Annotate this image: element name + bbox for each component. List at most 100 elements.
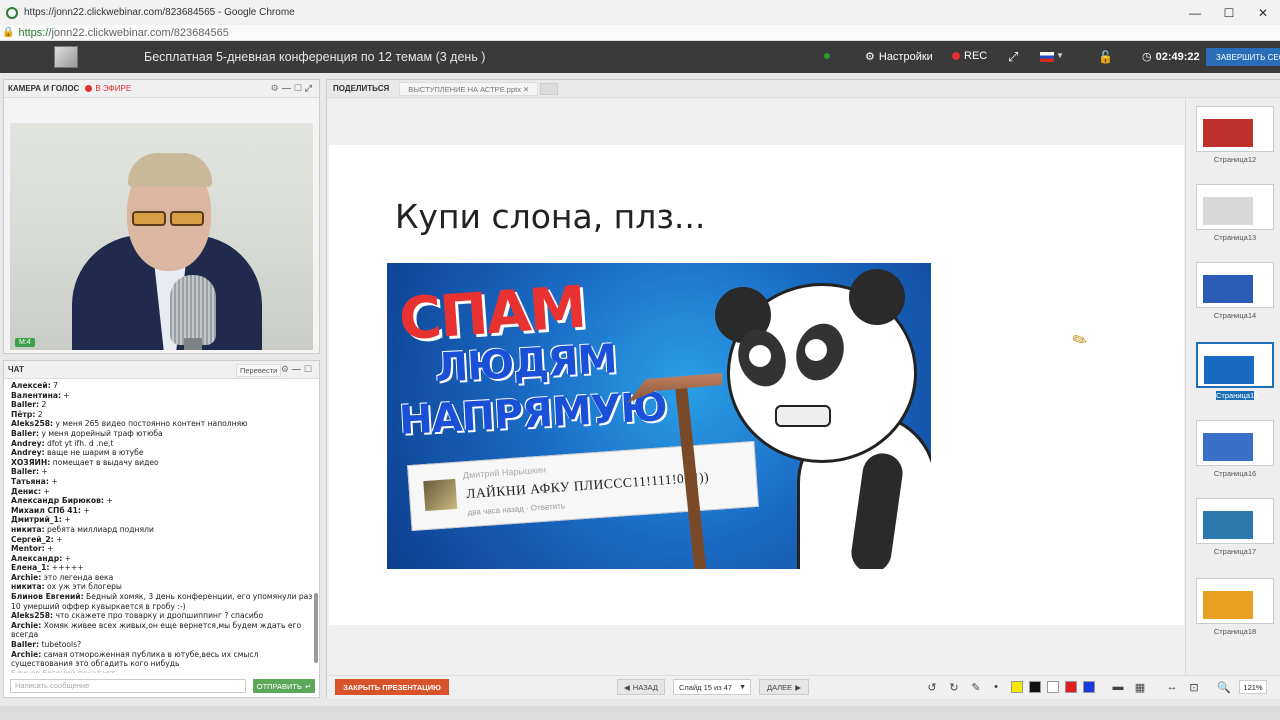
- share-tab[interactable]: ПОДЕЛИТЬСЯ: [327, 84, 395, 93]
- panda-mouth: [775, 405, 831, 427]
- chat-message-author: Алексей:: [11, 381, 51, 390]
- color-swatch[interactable]: [1011, 681, 1023, 693]
- video-badge: M:4: [15, 338, 35, 347]
- color-swatch[interactable]: [1029, 681, 1041, 693]
- slide-thumbnail[interactable]: Страница13: [1196, 184, 1274, 256]
- chat-message-text: +: [39, 467, 48, 477]
- chat-message-author: Baller:: [11, 428, 40, 438]
- redo-icon[interactable]: ↻: [947, 680, 961, 694]
- fit-width-icon[interactable]: ↔: [1165, 680, 1179, 694]
- comment-avatar: [423, 478, 458, 512]
- chat-message: Baller: tubetools?: [11, 640, 313, 650]
- chat-message-text: это легенда века: [41, 572, 114, 582]
- thumbnail-label: Страница15: [1216, 391, 1259, 400]
- unlock-icon[interactable]: 🔓: [1098, 50, 1113, 64]
- connection-status-icon: [824, 53, 830, 59]
- chat-message-author: Archie:: [11, 572, 42, 582]
- panel-controls[interactable]: ⚙—☐⤢: [271, 83, 315, 94]
- arrow-right-icon: ▶: [795, 682, 801, 692]
- send-button[interactable]: ОТПРАВИТЬ ↵: [253, 679, 315, 693]
- chat-message-text: tubetools?: [39, 640, 82, 650]
- send-label: ОТПРАВИТЬ: [256, 681, 302, 691]
- chevron-down-icon[interactable]: ▼: [1056, 51, 1064, 60]
- close-presentation-button[interactable]: ЗАКРЫТЬ ПРЕЗЕНТАЦИЮ: [335, 679, 449, 695]
- send-arrow-icon: ↵: [304, 681, 312, 691]
- color-swatch[interactable]: [1047, 681, 1059, 693]
- chat-scrollbar[interactable]: [314, 593, 318, 663]
- russian-flag-icon[interactable]: [1040, 52, 1054, 62]
- live-dot-icon: [85, 85, 93, 92]
- chat-message-author: Andrey:: [11, 438, 45, 448]
- presenter-video: M:4: [10, 123, 313, 350]
- chat-message-author: Baller:: [11, 640, 40, 650]
- color-swatch[interactable]: [1083, 681, 1095, 693]
- tab-close-icon[interactable]: ✕: [523, 85, 529, 94]
- window-title: https://jonn22.clickwebinar.com/82368456…: [24, 7, 295, 18]
- slide-selector[interactable]: Слайд 15 из 47 ▼: [673, 679, 751, 695]
- brush-size-icon[interactable]: •: [989, 680, 1003, 694]
- comment-meta: два часа назад · Ответить: [467, 501, 566, 518]
- chat-message: Блинов Евгений: Бедный хомяк, 3 день кон…: [11, 592, 313, 611]
- chat-message: Сергей_2: +: [11, 535, 313, 545]
- chat-message-text: +: [61, 390, 70, 400]
- fit-page-icon[interactable]: ⊡: [1187, 680, 1201, 694]
- slide-thumbnail[interactable]: Страница14: [1196, 262, 1274, 334]
- slide-thumbnail[interactable]: Страница12: [1196, 106, 1274, 178]
- chat-panel: ЧАТ Перевести ⚙—☐ Алексей: 7 Валентина: +…: [3, 360, 320, 698]
- grid-icon[interactable]: ▦: [1133, 680, 1147, 694]
- finish-session-button[interactable]: ЗАВЕРШИТЬ СЕССИЮ: [1206, 48, 1280, 66]
- tab-presentation-file[interactable]: ВЫСТУПЛЕНИЕ НА АСТРЕ.pptx ✕: [399, 81, 539, 96]
- translate-button[interactable]: Перевести: [236, 364, 282, 377]
- chat-message-text: +: [48, 476, 58, 486]
- next-slide-button[interactable]: ДАЛЕЕ ▶: [759, 679, 809, 695]
- chat-message-author: Archie:: [11, 649, 42, 659]
- thumbnail-image: [1196, 184, 1274, 230]
- chat-message-author: Mentor:: [11, 544, 45, 554]
- rec-button[interactable]: REC: [952, 50, 987, 62]
- chat-message: Andrey: ваще не шарим в ютубе: [11, 448, 313, 458]
- thumbnail-label: Страница18: [1213, 627, 1257, 636]
- chat-message: Алексей: 7: [11, 381, 313, 391]
- clock-icon: ◷: [1142, 51, 1152, 63]
- settings-button[interactable]: ⚙ Настройки: [865, 50, 933, 64]
- maximize-icon[interactable]: ☐: [1212, 0, 1246, 25]
- minimize-icon[interactable]: —: [1178, 0, 1212, 25]
- slide-canvas[interactable]: Купи слона, плз... СПАМ ЛЮДЯМ НАПРЯМУЮ Д…: [329, 145, 1184, 625]
- close-window-icon[interactable]: ✕: [1246, 0, 1280, 25]
- live-indicator: В ЭФИРЕ: [85, 84, 131, 93]
- slide-thumbnail[interactable]: Страница15: [1196, 342, 1274, 414]
- chat-message: Archie: самая отмороженная публика в юту…: [11, 650, 313, 669]
- slide-thumbnail[interactable]: Страница17: [1196, 498, 1274, 570]
- previous-slide-button[interactable]: ◀ НАЗАД: [617, 679, 665, 695]
- app-header: Бесплатная 5-дневная конференция по 12 т…: [0, 41, 1280, 73]
- zoom-icon[interactable]: 🔍: [1217, 680, 1231, 694]
- chat-message: Александр Бирюков: +: [11, 496, 313, 506]
- timer-value: 02:49:22: [1155, 50, 1200, 63]
- url-scheme: https://: [18, 26, 52, 39]
- new-tab-button[interactable]: [540, 82, 559, 95]
- thumbnail-image: [1196, 498, 1274, 544]
- chat-message-author: Aleks258:: [11, 611, 54, 621]
- session-timer: ◷ 02:49:22: [1142, 50, 1200, 64]
- chat-message-text: +: [53, 534, 63, 544]
- chat-message-text: +: [44, 544, 54, 554]
- undo-icon[interactable]: ↺: [925, 680, 939, 694]
- pen-icon[interactable]: ✎: [969, 680, 983, 694]
- chat-message: Валентина: +: [11, 391, 313, 401]
- color-swatch[interactable]: [1065, 681, 1077, 693]
- rec-label: REC: [964, 50, 988, 62]
- slide-thumbnail[interactable]: Страница16: [1196, 420, 1274, 492]
- address-bar[interactable]: 🔒 https:// jonn22.clickwebinar.com/82368…: [0, 25, 1280, 41]
- chat-message: Baller: +: [11, 467, 313, 477]
- presentation-panel: ПОДЕЛИТЬСЯ ВЫСТУПЛЕНИЕ НА АСТРЕ.pptx ✕ К…: [326, 79, 1280, 699]
- slide-thumbnail[interactable]: Страница18: [1196, 578, 1274, 650]
- chat-panel-controls[interactable]: ⚙—☐: [281, 364, 315, 375]
- thumbnail-image: [1196, 262, 1274, 308]
- microphone-image: [170, 275, 216, 345]
- chat-message-input[interactable]: Написать сообщение: [10, 679, 246, 693]
- chat-message: Archie: Хомяк живее всех живых,он еще ве…: [11, 621, 313, 640]
- thumbnail-label: Страница12: [1213, 155, 1257, 164]
- fullscreen-icon[interactable]: ⤢: [1008, 49, 1018, 65]
- zoom-level[interactable]: 121%: [1239, 680, 1267, 694]
- eraser-icon[interactable]: ▬: [1111, 680, 1125, 694]
